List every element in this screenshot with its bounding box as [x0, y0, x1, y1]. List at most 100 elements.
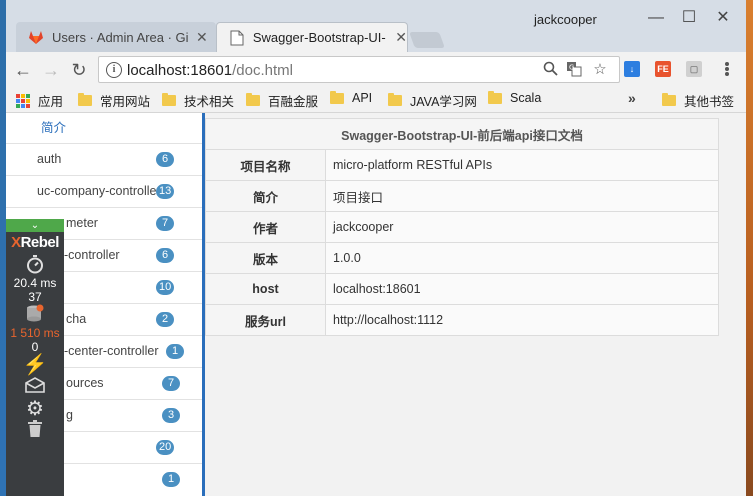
url-path: /doc.html: [232, 62, 293, 79]
sidebar-item-label: -center-controller: [64, 344, 159, 358]
maximize-button[interactable]: ☐: [674, 8, 704, 28]
bookmark-label: 常用网站: [100, 95, 151, 109]
tab-swagger[interactable]: Swagger-Bootstrap-UI- ✕: [216, 22, 408, 52]
new-tab-button[interactable]: [409, 32, 445, 48]
db-time: 1 510 ms: [10, 326, 60, 340]
row-key: 版本: [205, 242, 326, 274]
bookmark-label: JAVA学习网: [410, 95, 477, 109]
envelope-icon[interactable]: [6, 376, 64, 398]
folder-icon: [388, 93, 402, 106]
star-icon[interactable]: ☆: [591, 61, 609, 79]
sidebar-item[interactable]: uc-company-controller 13: [6, 175, 202, 207]
bookmark-label: 其他书签: [684, 95, 735, 109]
bookmark-label: 百融金服: [268, 95, 319, 109]
count-badge: 10: [156, 280, 175, 295]
bookmark-folder[interactable]: 百融金服: [246, 91, 318, 110]
sidebar-item-intro[interactable]: 简介: [6, 113, 202, 143]
tab-title: Users · Admin Area · Gi: [52, 29, 189, 45]
desktop-background-right: [746, 0, 753, 496]
reload-icon[interactable]: ↻: [68, 59, 90, 81]
close-icon[interactable]: ✕: [196, 29, 208, 46]
row-key: 服务url: [205, 304, 326, 336]
row-key: 项目名称: [205, 149, 326, 181]
menu-icon[interactable]: [724, 61, 730, 77]
row-value: jackcooper: [325, 211, 719, 243]
table-row: 项目名称 micro-platform RESTful APIs: [205, 149, 719, 181]
row-key: host: [205, 273, 326, 305]
gear-icon[interactable]: ⚙: [6, 398, 64, 420]
xrebel-logo: XRebel: [11, 234, 59, 251]
title-bar: Users · Admin Area · Gi ✕ Swagger-Bootst…: [6, 0, 746, 52]
download-extension-icon[interactable]: ↓: [624, 61, 640, 77]
url-host: localhost:18601: [127, 62, 233, 79]
fe-extension-icon[interactable]: FE: [655, 61, 671, 77]
sidebar-item[interactable]: auth 6: [6, 143, 202, 175]
page-content: 简介 auth 6 uc-company-controller 13 meter…: [6, 113, 746, 496]
extension-icon[interactable]: ▢: [686, 61, 702, 77]
bookmarks-overflow-icon[interactable]: »: [628, 90, 636, 106]
page-icon: [229, 30, 245, 46]
row-value: 1.0.0: [325, 242, 719, 274]
back-arrow-icon[interactable]: ←: [12, 59, 34, 81]
zoom-icon[interactable]: [541, 61, 559, 79]
bookmark-folder[interactable]: 技术相关: [162, 91, 234, 110]
translate-icon[interactable]: G: [565, 61, 583, 79]
url-text[interactable]: localhost:18601/doc.html: [127, 62, 293, 79]
doc-content: Swagger-Bootstrap-UI-前后端api接口文档 项目名称 mic…: [205, 113, 746, 496]
row-value: localhost:18601: [325, 273, 719, 305]
tab-gitlab[interactable]: Users · Admin Area · Gi ✕: [16, 22, 216, 52]
stopwatch-icon[interactable]: [6, 254, 64, 276]
count-badge: 13: [156, 184, 175, 199]
bookmark-label: 应用: [38, 95, 64, 109]
request-time: 20.4 ms: [13, 276, 57, 290]
chevron-down-icon[interactable]: ⌄: [6, 219, 64, 232]
svg-text:G: G: [569, 64, 574, 72]
count-badge: 20: [156, 440, 175, 455]
database-icon[interactable]: [6, 304, 64, 326]
folder-icon: [78, 93, 92, 106]
close-icon[interactable]: ✕: [395, 29, 407, 46]
folder-icon: [246, 93, 260, 106]
bookmark-folder[interactable]: Scala: [488, 90, 542, 105]
row-key: 简介: [205, 180, 326, 212]
bookmarks-bar: 应用 常用网站 技术相关 百融金服 API JAVA学习网 Scala » 其他…: [6, 86, 746, 113]
count-badge: 7: [156, 216, 174, 231]
count-badge: 2: [156, 312, 174, 327]
count-badge: 6: [156, 248, 174, 263]
profile-name[interactable]: jackcooper: [534, 12, 597, 27]
forward-arrow-icon[interactable]: →: [40, 59, 62, 81]
doc-info-table: Swagger-Bootstrap-UI-前后端api接口文档 项目名称 mic…: [205, 118, 719, 336]
bookmark-folder[interactable]: 常用网站: [78, 91, 150, 110]
count-badge: 1: [166, 344, 184, 359]
folder-icon: [162, 93, 176, 106]
bookmark-other[interactable]: 其他书签: [662, 91, 734, 110]
db-query-count: 37: [28, 290, 42, 304]
table-row: 服务url http://localhost:1112: [205, 304, 719, 336]
bookmark-folder[interactable]: API: [330, 90, 373, 105]
sidebar-item-label: cha: [66, 312, 87, 326]
bookmark-label: API: [352, 91, 373, 105]
bookmark-folder[interactable]: JAVA学习网: [388, 91, 477, 110]
row-value: 项目接口: [325, 180, 719, 212]
browser-toolbar: ← → ↻ i localhost:18601/doc.html G ☆ ↓ F…: [6, 52, 746, 86]
trash-icon[interactable]: [6, 420, 64, 442]
bookmark-label: Scala: [510, 91, 542, 105]
minimize-button[interactable]: —: [641, 8, 671, 28]
folder-icon: [662, 93, 676, 106]
tab-title: Swagger-Bootstrap-UI-: [252, 30, 386, 45]
count-badge: 3: [162, 408, 180, 423]
sidebar-item-label: auth: [37, 152, 62, 166]
lightning-icon[interactable]: ⚡: [6, 354, 64, 376]
row-value: http://localhost:1112: [325, 304, 719, 336]
count-badge: 6: [156, 152, 174, 167]
row-value: micro-platform RESTful APIs: [325, 149, 719, 181]
address-bar[interactable]: i localhost:18601/doc.html G ☆: [98, 56, 620, 83]
table-row: 作者 jackcooper: [205, 211, 719, 243]
bookmark-apps[interactable]: 应用: [16, 91, 63, 110]
close-window-button[interactable]: ✕: [708, 8, 738, 28]
table-row: 版本 1.0.0: [205, 242, 719, 274]
xrebel-panel: ⌄ XRebel 20.4 ms 37 1 510 ms 0 ⚡ ⚙: [6, 219, 64, 496]
io-count: 0: [31, 340, 39, 354]
table-row: 简介 项目接口: [205, 180, 719, 212]
info-icon[interactable]: i: [106, 62, 122, 78]
